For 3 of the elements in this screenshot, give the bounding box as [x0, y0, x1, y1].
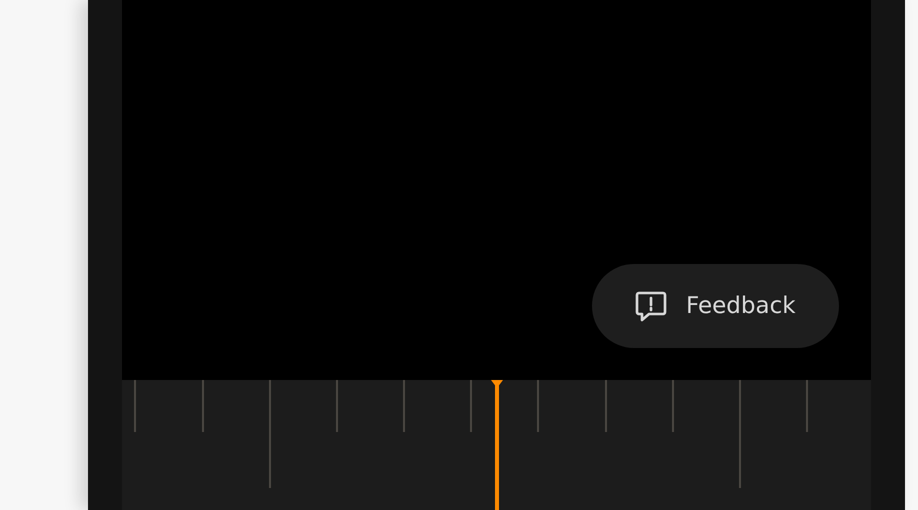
feedback-icon [634, 289, 668, 323]
feedback-button[interactable]: Feedback [592, 264, 839, 348]
playhead-drawing[interactable] [488, 380, 506, 510]
